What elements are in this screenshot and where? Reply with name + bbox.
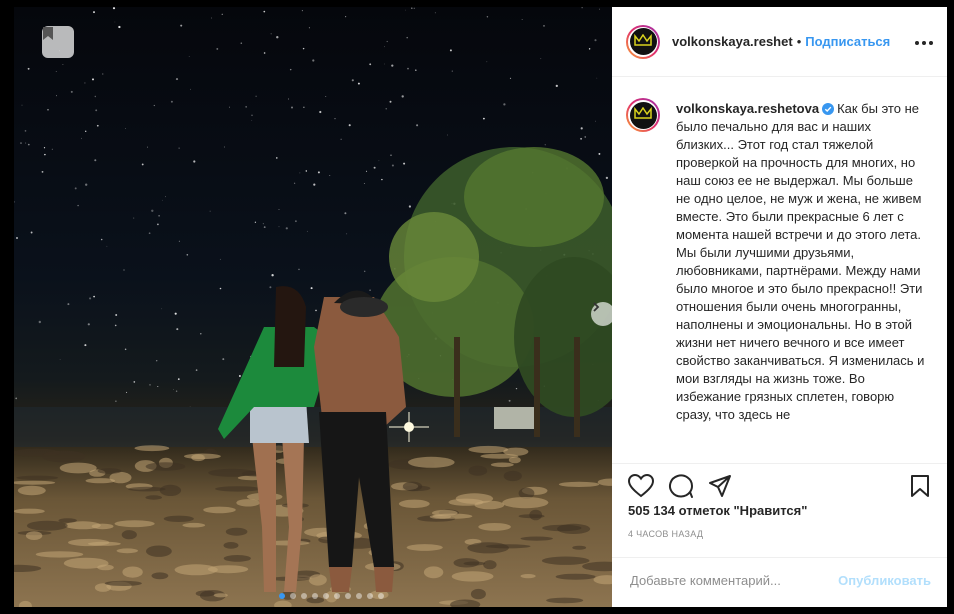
heart-icon[interactable] [627,473,655,503]
carousel-next-button[interactable] [591,302,612,326]
share-icon[interactable] [708,474,732,503]
carousel-dot [334,593,340,599]
comment-bar: Опубликовать [612,557,947,607]
action-bar [612,463,947,508]
carousel-dot [367,593,373,599]
caption-username[interactable]: volkonskaya.reshetova [676,101,819,116]
carousel-dot [279,593,285,599]
carousel-dot [378,593,384,599]
carousel-dot [356,593,362,599]
save-icon[interactable] [910,474,930,503]
carousel-dot [312,593,318,599]
sand [14,444,612,607]
carousel-dot [323,593,329,599]
post-photo[interactable] [14,7,612,607]
follow-button[interactable]: Подписаться [805,34,890,49]
header-separator: • [796,34,802,49]
save-photo-button[interactable] [42,26,74,58]
publish-button[interactable]: Опубликовать [838,573,931,588]
comment-input[interactable] [628,572,832,589]
crown-icon [634,33,652,51]
trees [374,147,612,437]
carousel-dot [301,593,307,599]
crown-icon [634,106,652,124]
post-caption: volkonskaya.reshetova Как бы это не было … [676,100,926,424]
header-username[interactable]: volkonskaya.reshet [672,34,793,49]
carousel-indicator [279,593,384,599]
caption-avatar[interactable] [626,98,660,132]
verified-icon [822,102,835,115]
likes-count[interactable]: 505 134 отметок "Нравится" [628,503,807,518]
photo-scene [14,7,612,607]
carousel-dot [290,593,296,599]
post-time[interactable]: 4 часов назад [628,529,703,539]
more-options-button[interactable] [915,41,933,45]
caption-area[interactable]: volkonskaya.reshetova Как бы это не было … [612,78,947,463]
comment-icon[interactable] [668,474,694,503]
carousel-dot [345,593,351,599]
post-header: volkonskaya.reshet • Подписаться [612,7,947,77]
post-side-panel: volkonskaya.reshet • Подписаться volkons… [612,7,947,607]
more-icon [915,41,919,45]
caption-text: Как бы это не было печально для вас и на… [676,101,925,422]
avatar[interactable] [626,24,660,59]
